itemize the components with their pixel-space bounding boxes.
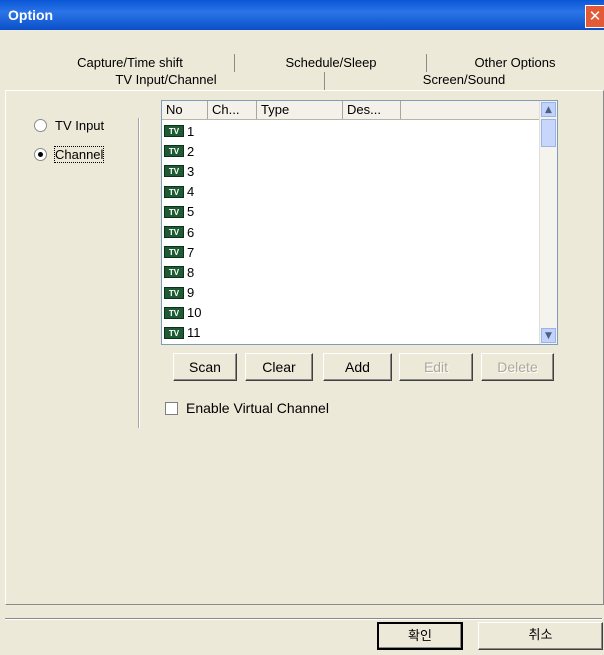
list-item[interactable]: TV 9 [164,283,201,303]
clear-button[interactable]: Clear [245,353,313,381]
channel-list[interactable]: No Ch... Type Des... TV 1 TV 2 TV 3 TV 4 TV 5 TV 6 T… [161,100,558,345]
tab-tv-input-channel[interactable]: TV Input/Channel [8,71,324,89]
channel-number: 11 [187,325,201,341]
channel-number: 3 [187,163,195,179]
channel-number: 4 [187,184,195,200]
tv-icon: TV [164,205,184,218]
channel-number: 9 [187,285,195,301]
tv-icon: TV [164,326,184,339]
delete-button[interactable]: Delete [481,353,554,381]
tab-divider [234,54,235,72]
add-button[interactable]: Add [323,353,392,381]
tab-divider [426,54,427,72]
channel-number: 7 [187,244,195,260]
vertical-scrollbar[interactable]: ▲ ▼ [539,101,557,344]
tab-screen-sound[interactable]: Screen/Sound [326,71,602,89]
channel-number: 1 [187,123,195,139]
scroll-down-icon[interactable]: ▼ [541,328,556,343]
radio-off-icon [34,119,47,132]
tv-icon: TV [164,185,184,198]
channel-number: 2 [187,143,195,159]
enable-virtual-channel-checkbox[interactable]: Enable Virtual Channel [165,400,329,416]
ok-button[interactable]: 확인 [377,622,463,650]
tv-icon: TV [164,226,184,239]
list-item[interactable]: TV 2 [164,141,201,161]
tab-divider [324,72,325,90]
list-header: No Ch... Type Des... [162,101,539,120]
tv-input-label: TV Input [55,118,105,133]
column-header-ch[interactable]: Ch... [208,101,257,119]
tv-icon: TV [164,145,184,158]
footer-divider [5,618,602,619]
title-bar[interactable]: Option ✕ [0,0,604,30]
radio-on-icon [34,148,47,161]
channel-number: 6 [187,224,195,240]
column-header-description[interactable]: Des... [343,101,401,119]
channel-number: 10 [187,305,202,321]
vertical-divider [138,118,139,428]
tv-icon: TV [164,266,184,279]
list-item[interactable]: TV 11 [164,323,201,343]
tv-icon: TV [164,165,184,178]
edit-button[interactable]: Edit [399,353,473,381]
column-header-type[interactable]: Type [257,101,343,119]
list-rows: TV 1 TV 2 TV 3 TV 4 TV 5 TV 6 TV 7 TV 8 TV 9 TV 10 TV 11 [164,121,201,343]
option-dialog: Option ✕ Capture/Time shift Schedule/Sle… [0,0,604,655]
list-item[interactable]: TV 1 [164,121,201,141]
tv-icon: TV [164,306,184,319]
tab-schedule-sleep[interactable]: Schedule/Sleep [236,54,426,72]
channel-radio[interactable]: Channel [34,146,105,163]
scroll-thumb[interactable] [541,119,556,147]
list-item[interactable]: TV 4 [164,182,201,202]
column-header-no[interactable]: No [162,101,208,119]
list-item[interactable]: TV 5 [164,202,201,222]
tab-capture-time-shift[interactable]: Capture/Time shift [25,54,235,72]
channel-number: 5 [187,204,195,220]
checkbox-icon [165,401,178,415]
close-icon[interactable]: ✕ [585,5,604,28]
scroll-up-icon[interactable]: ▲ [541,102,556,117]
list-item[interactable]: TV 3 [164,161,201,181]
channel-label: Channel [53,146,105,163]
list-item[interactable]: TV 7 [164,242,201,262]
list-item[interactable]: TV 8 [164,262,201,282]
list-item[interactable]: TV 6 [164,222,201,242]
cancel-button[interactable]: 취소 [478,622,603,650]
channel-number: 8 [187,264,195,280]
list-item[interactable]: TV 10 [164,303,201,323]
tab-other-options[interactable]: Other Options [428,54,602,72]
enable-virtual-channel-label: Enable Virtual Channel [186,400,329,416]
tv-icon: TV [164,125,184,138]
window-title: Option [8,7,54,23]
tv-input-radio[interactable]: TV Input [34,118,104,133]
scan-button[interactable]: Scan [173,353,237,381]
tv-icon: TV [164,246,184,259]
tv-icon: TV [164,286,184,299]
